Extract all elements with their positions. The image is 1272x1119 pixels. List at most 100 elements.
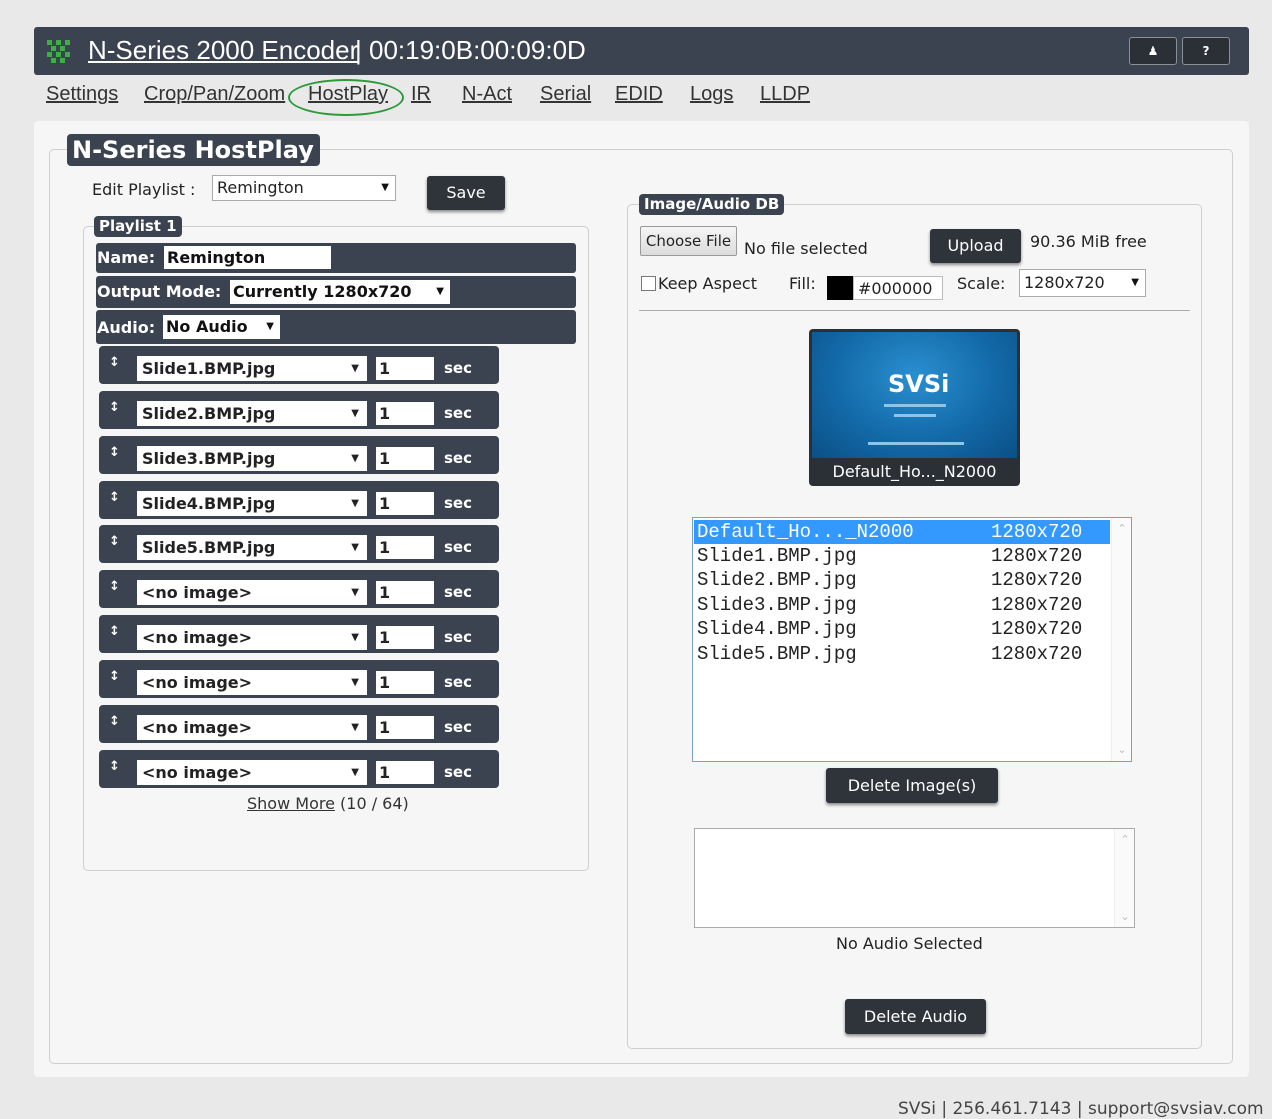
slide-row[interactable]: ↕ <no image> ▼ 1 sec <box>99 750 499 788</box>
slide-image-select[interactable]: Slide2.BMP.jpg ▼ <box>137 401 367 426</box>
slide-row[interactable]: ↕ Slide3.BMP.jpg ▼ 1 sec <box>99 436 499 474</box>
scroll-up-icon[interactable]: ⌃ <box>1115 833 1135 846</box>
image-list[interactable]: Default_Ho..._N2000 1280x720 Slide1.BMP.… <box>692 517 1132 762</box>
preview-caption-line <box>868 442 964 445</box>
slide-image-select[interactable]: Slide3.BMP.jpg ▼ <box>137 446 367 471</box>
help-icon: ? <box>1202 44 1210 58</box>
edit-playlist-select[interactable]: Remington ▼ <box>212 175 396 201</box>
keep-aspect-checkbox[interactable] <box>641 276 656 291</box>
slide-duration-input[interactable]: 1 <box>376 761 434 784</box>
upload-button[interactable]: Upload <box>930 229 1021 263</box>
svsi-logo-icon <box>47 40 70 63</box>
scroll-up-icon[interactable]: ⌃ <box>1112 522 1132 536</box>
device-name-link[interactable]: N-Series 2000 Encoder <box>88 35 358 66</box>
drag-handle-icon[interactable]: ↕ <box>109 624 120 639</box>
name-input[interactable]: Remington <box>164 246 331 269</box>
fill-color-swatch[interactable] <box>827 276 853 300</box>
slide-duration-input[interactable]: 1 <box>376 447 434 470</box>
slide-row[interactable]: ↕ <no image> ▼ 1 sec <box>99 705 499 743</box>
delete-images-button[interactable]: Delete Image(s) <box>826 768 998 803</box>
drag-handle-icon[interactable]: ↕ <box>109 445 120 460</box>
active-tab-highlight <box>288 79 404 116</box>
choose-file-button[interactable]: Choose File <box>640 226 737 256</box>
slide-duration-input[interactable]: 1 <box>376 581 434 604</box>
output-mode-select[interactable]: Currently 1280x720 ▼ <box>230 280 450 304</box>
image-resolution: 1280x720 <box>991 545 1083 567</box>
nav-crop-pan-zoom[interactable]: Crop/Pan/Zoom <box>144 83 285 106</box>
slide-duration-input[interactable]: 1 <box>376 492 434 515</box>
device-mac: | 00:19:0B:00:09:0D <box>355 35 586 65</box>
slide-row[interactable]: ↕ <no image> ▼ 1 sec <box>99 615 499 653</box>
slide-row[interactable]: ↕ Slide2.BMP.jpg ▼ 1 sec <box>99 391 499 429</box>
list-item[interactable]: Slide1.BMP.jpg 1280x720 <box>694 544 1110 568</box>
slide-row[interactable]: ↕ <no image> ▼ 1 sec <box>99 660 499 698</box>
scale-select[interactable]: 1280x720 ▼ <box>1019 269 1146 297</box>
drag-handle-icon[interactable]: ↕ <box>109 534 120 549</box>
image-name: Slide1.BMP.jpg <box>697 545 857 567</box>
slide-image-value: Slide5.BMP.jpg <box>142 538 276 557</box>
slide-row[interactable]: ↕ Slide5.BMP.jpg ▼ 1 sec <box>99 525 499 563</box>
nav-edid[interactable]: EDID <box>615 83 663 106</box>
delete-audio-button[interactable]: Delete Audio <box>845 999 986 1034</box>
scroll-down-icon[interactable]: ⌄ <box>1112 743 1132 757</box>
drag-handle-icon[interactable]: ↕ <box>109 400 120 415</box>
list-item[interactable]: Slide3.BMP.jpg 1280x720 <box>694 593 1110 617</box>
slide-duration-input[interactable]: 1 <box>376 402 434 425</box>
slide-row[interactable]: ↕ <no image> ▼ 1 sec <box>99 570 499 608</box>
drag-handle-icon[interactable]: ↕ <box>109 669 120 684</box>
nav-logs[interactable]: Logs <box>690 83 733 106</box>
slide-duration-input[interactable]: 1 <box>376 357 434 380</box>
drag-handle-icon[interactable]: ↕ <box>109 490 120 505</box>
image-list-scrollbar[interactable]: ⌃ ⌄ <box>1111 518 1131 761</box>
slide-row[interactable]: ↕ Slide1.BMP.jpg ▼ 1 sec <box>99 346 499 384</box>
nav-n-act[interactable]: N-Act <box>462 83 512 106</box>
audio-value: No Audio <box>166 317 248 336</box>
scale-label: Scale: <box>957 274 1006 293</box>
slide-image-select[interactable]: <no image> ▼ <box>137 580 367 605</box>
preview-logo-text: SVSi <box>888 370 950 398</box>
slide-duration-input[interactable]: 1 <box>376 536 434 559</box>
no-audio-selected-text: No Audio Selected <box>836 934 983 953</box>
slide-image-select[interactable]: Slide1.BMP.jpg ▼ <box>137 356 367 381</box>
preview-image: SVSi <box>812 332 1017 458</box>
save-button[interactable]: Save <box>427 176 505 210</box>
help-button[interactable]: ? <box>1182 37 1230 65</box>
list-item[interactable]: Slide2.BMP.jpg 1280x720 <box>694 568 1110 592</box>
drag-handle-icon[interactable]: ↕ <box>109 714 120 729</box>
drag-handle-icon[interactable]: ↕ <box>109 579 120 594</box>
audio-list[interactable]: ⌃ ⌄ <box>694 828 1135 928</box>
slide-duration-input[interactable]: 1 <box>376 716 434 739</box>
slide-image-select[interactable]: <no image> ▼ <box>137 625 367 650</box>
slide-image-select[interactable]: <no image> ▼ <box>137 760 367 785</box>
nav-settings[interactable]: Settings <box>46 83 118 106</box>
slide-image-select[interactable]: <no image> ▼ <box>137 715 367 740</box>
audio-list-scrollbar[interactable]: ⌃ ⌄ <box>1114 829 1134 927</box>
drag-handle-icon[interactable]: ↕ <box>109 355 120 370</box>
image-name: Slide2.BMP.jpg <box>697 569 857 591</box>
slide-image-value: Slide2.BMP.jpg <box>142 404 276 423</box>
show-more-link[interactable]: Show More <box>247 794 335 813</box>
drag-handle-icon[interactable]: ↕ <box>109 759 120 774</box>
list-item[interactable]: Slide4.BMP.jpg 1280x720 <box>694 617 1110 641</box>
chevron-down-icon: ▼ <box>436 286 444 297</box>
nav-serial[interactable]: Serial <box>540 83 591 106</box>
slide-image-value: <no image> <box>142 763 253 782</box>
slide-image-select[interactable]: <no image> ▼ <box>137 670 367 695</box>
slide-duration-input[interactable]: 1 <box>376 626 434 649</box>
fill-label: Fill: <box>789 274 816 293</box>
slide-duration-input[interactable]: 1 <box>376 671 434 694</box>
list-item[interactable]: Default_Ho..._N2000 1280x720 <box>694 520 1110 544</box>
nav-ir[interactable]: IR <box>411 83 431 106</box>
slide-image-select[interactable]: Slide5.BMP.jpg ▼ <box>137 535 367 560</box>
audio-label: Audio: <box>97 318 156 337</box>
title-bar: N-Series 2000 Encoder | 00:19:0B:00:09:0… <box>34 27 1249 75</box>
nav-lldp[interactable]: LLDP <box>760 83 810 106</box>
slide-row[interactable]: ↕ Slide4.BMP.jpg ▼ 1 sec <box>99 481 499 519</box>
slide-image-select[interactable]: Slide4.BMP.jpg ▼ <box>137 491 367 516</box>
audio-select[interactable]: No Audio ▼ <box>163 315 280 339</box>
fill-color-input[interactable]: #000000 <box>853 276 943 300</box>
list-item[interactable]: Slide5.BMP.jpg 1280x720 <box>694 642 1110 666</box>
chevron-down-icon: ▼ <box>351 632 359 643</box>
scroll-down-icon[interactable]: ⌄ <box>1115 910 1135 923</box>
user-button[interactable]: ♟ <box>1129 37 1177 65</box>
